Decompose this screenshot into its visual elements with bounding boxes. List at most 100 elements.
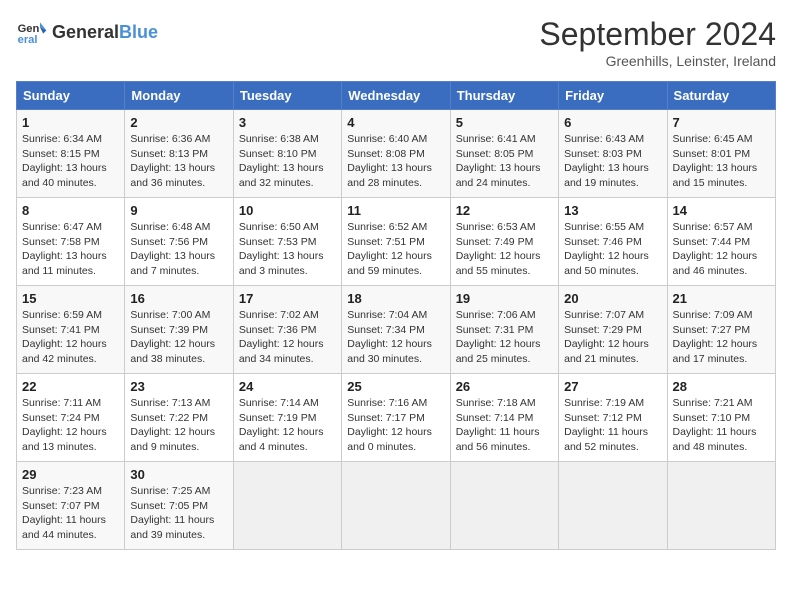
calendar-week-1: 1 Sunrise: 6:34 AMSunset: 8:15 PMDayligh… (17, 110, 776, 198)
calendar-week-3: 15 Sunrise: 6:59 AMSunset: 7:41 PMDaylig… (17, 286, 776, 374)
calendar-header-row: SundayMondayTuesdayWednesdayThursdayFrid… (17, 82, 776, 110)
day-info: Sunrise: 7:18 AMSunset: 7:14 PMDaylight:… (456, 396, 553, 455)
calendar-cell: 1 Sunrise: 6:34 AMSunset: 8:15 PMDayligh… (17, 110, 125, 198)
calendar-week-5: 29 Sunrise: 7:23 AMSunset: 7:07 PMDaylig… (17, 462, 776, 550)
day-info: Sunrise: 7:04 AMSunset: 7:34 PMDaylight:… (347, 308, 444, 367)
calendar-cell (342, 462, 450, 550)
day-number: 11 (347, 203, 444, 218)
day-info: Sunrise: 7:25 AMSunset: 7:05 PMDaylight:… (130, 484, 227, 543)
title-area: September 2024 Greenhills, Leinster, Ire… (539, 16, 776, 69)
calendar-cell: 23 Sunrise: 7:13 AMSunset: 7:22 PMDaylig… (125, 374, 233, 462)
calendar-cell: 27 Sunrise: 7:19 AMSunset: 7:12 PMDaylig… (559, 374, 667, 462)
calendar-cell: 8 Sunrise: 6:47 AMSunset: 7:58 PMDayligh… (17, 198, 125, 286)
day-number: 12 (456, 203, 553, 218)
day-header-tuesday: Tuesday (233, 82, 341, 110)
day-number: 17 (239, 291, 336, 306)
day-info: Sunrise: 7:14 AMSunset: 7:19 PMDaylight:… (239, 396, 336, 455)
location: Greenhills, Leinster, Ireland (539, 53, 776, 69)
day-info: Sunrise: 6:43 AMSunset: 8:03 PMDaylight:… (564, 132, 661, 191)
day-number: 28 (673, 379, 770, 394)
day-number: 8 (22, 203, 119, 218)
day-info: Sunrise: 6:41 AMSunset: 8:05 PMDaylight:… (456, 132, 553, 191)
calendar-cell: 6 Sunrise: 6:43 AMSunset: 8:03 PMDayligh… (559, 110, 667, 198)
day-header-wednesday: Wednesday (342, 82, 450, 110)
day-info: Sunrise: 6:34 AMSunset: 8:15 PMDaylight:… (22, 132, 119, 191)
calendar-week-4: 22 Sunrise: 7:11 AMSunset: 7:24 PMDaylig… (17, 374, 776, 462)
day-info: Sunrise: 7:16 AMSunset: 7:17 PMDaylight:… (347, 396, 444, 455)
day-number: 30 (130, 467, 227, 482)
logo-icon: Gen eral (16, 16, 48, 48)
day-info: Sunrise: 7:19 AMSunset: 7:12 PMDaylight:… (564, 396, 661, 455)
page-header: Gen eral General Blue September 2024 Gree… (16, 16, 776, 69)
day-header-saturday: Saturday (667, 82, 775, 110)
day-number: 20 (564, 291, 661, 306)
calendar-cell: 13 Sunrise: 6:55 AMSunset: 7:46 PMDaylig… (559, 198, 667, 286)
day-number: 13 (564, 203, 661, 218)
calendar-cell: 18 Sunrise: 7:04 AMSunset: 7:34 PMDaylig… (342, 286, 450, 374)
calendar-cell: 10 Sunrise: 6:50 AMSunset: 7:53 PMDaylig… (233, 198, 341, 286)
calendar-cell: 9 Sunrise: 6:48 AMSunset: 7:56 PMDayligh… (125, 198, 233, 286)
day-info: Sunrise: 6:48 AMSunset: 7:56 PMDaylight:… (130, 220, 227, 279)
calendar-cell: 2 Sunrise: 6:36 AMSunset: 8:13 PMDayligh… (125, 110, 233, 198)
day-number: 1 (22, 115, 119, 130)
day-number: 18 (347, 291, 444, 306)
calendar-cell: 22 Sunrise: 7:11 AMSunset: 7:24 PMDaylig… (17, 374, 125, 462)
day-info: Sunrise: 7:13 AMSunset: 7:22 PMDaylight:… (130, 396, 227, 455)
day-header-sunday: Sunday (17, 82, 125, 110)
calendar-cell: 26 Sunrise: 7:18 AMSunset: 7:14 PMDaylig… (450, 374, 558, 462)
day-info: Sunrise: 7:11 AMSunset: 7:24 PMDaylight:… (22, 396, 119, 455)
calendar-cell: 19 Sunrise: 7:06 AMSunset: 7:31 PMDaylig… (450, 286, 558, 374)
day-info: Sunrise: 7:06 AMSunset: 7:31 PMDaylight:… (456, 308, 553, 367)
logo: Gen eral General Blue (16, 16, 158, 48)
calendar-cell: 11 Sunrise: 6:52 AMSunset: 7:51 PMDaylig… (342, 198, 450, 286)
day-info: Sunrise: 6:47 AMSunset: 7:58 PMDaylight:… (22, 220, 119, 279)
calendar-cell (450, 462, 558, 550)
day-number: 27 (564, 379, 661, 394)
calendar-cell: 17 Sunrise: 7:02 AMSunset: 7:36 PMDaylig… (233, 286, 341, 374)
day-info: Sunrise: 6:55 AMSunset: 7:46 PMDaylight:… (564, 220, 661, 279)
day-number: 23 (130, 379, 227, 394)
day-info: Sunrise: 6:50 AMSunset: 7:53 PMDaylight:… (239, 220, 336, 279)
calendar-cell (233, 462, 341, 550)
day-number: 26 (456, 379, 553, 394)
day-info: Sunrise: 6:45 AMSunset: 8:01 PMDaylight:… (673, 132, 770, 191)
svg-text:eral: eral (18, 34, 38, 46)
day-number: 6 (564, 115, 661, 130)
day-number: 29 (22, 467, 119, 482)
day-number: 4 (347, 115, 444, 130)
calendar-cell: 24 Sunrise: 7:14 AMSunset: 7:19 PMDaylig… (233, 374, 341, 462)
day-info: Sunrise: 7:23 AMSunset: 7:07 PMDaylight:… (22, 484, 119, 543)
day-info: Sunrise: 6:38 AMSunset: 8:10 PMDaylight:… (239, 132, 336, 191)
day-info: Sunrise: 6:52 AMSunset: 7:51 PMDaylight:… (347, 220, 444, 279)
day-number: 5 (456, 115, 553, 130)
calendar-week-2: 8 Sunrise: 6:47 AMSunset: 7:58 PMDayligh… (17, 198, 776, 286)
calendar-cell: 7 Sunrise: 6:45 AMSunset: 8:01 PMDayligh… (667, 110, 775, 198)
day-info: Sunrise: 6:59 AMSunset: 7:41 PMDaylight:… (22, 308, 119, 367)
svg-text:Gen: Gen (18, 23, 40, 35)
day-number: 7 (673, 115, 770, 130)
month-title: September 2024 (539, 16, 776, 53)
calendar-cell (559, 462, 667, 550)
day-number: 19 (456, 291, 553, 306)
calendar-cell: 14 Sunrise: 6:57 AMSunset: 7:44 PMDaylig… (667, 198, 775, 286)
calendar-cell: 21 Sunrise: 7:09 AMSunset: 7:27 PMDaylig… (667, 286, 775, 374)
calendar-cell (667, 462, 775, 550)
day-number: 3 (239, 115, 336, 130)
calendar: SundayMondayTuesdayWednesdayThursdayFrid… (16, 81, 776, 550)
calendar-cell: 28 Sunrise: 7:21 AMSunset: 7:10 PMDaylig… (667, 374, 775, 462)
day-number: 25 (347, 379, 444, 394)
day-number: 16 (130, 291, 227, 306)
day-number: 22 (22, 379, 119, 394)
day-number: 21 (673, 291, 770, 306)
day-info: Sunrise: 6:40 AMSunset: 8:08 PMDaylight:… (347, 132, 444, 191)
logo-text-blue: Blue (119, 22, 158, 42)
day-number: 24 (239, 379, 336, 394)
calendar-cell: 5 Sunrise: 6:41 AMSunset: 8:05 PMDayligh… (450, 110, 558, 198)
calendar-cell: 15 Sunrise: 6:59 AMSunset: 7:41 PMDaylig… (17, 286, 125, 374)
day-info: Sunrise: 7:21 AMSunset: 7:10 PMDaylight:… (673, 396, 770, 455)
calendar-cell: 20 Sunrise: 7:07 AMSunset: 7:29 PMDaylig… (559, 286, 667, 374)
day-number: 10 (239, 203, 336, 218)
calendar-cell: 30 Sunrise: 7:25 AMSunset: 7:05 PMDaylig… (125, 462, 233, 550)
day-info: Sunrise: 7:09 AMSunset: 7:27 PMDaylight:… (673, 308, 770, 367)
day-info: Sunrise: 7:02 AMSunset: 7:36 PMDaylight:… (239, 308, 336, 367)
